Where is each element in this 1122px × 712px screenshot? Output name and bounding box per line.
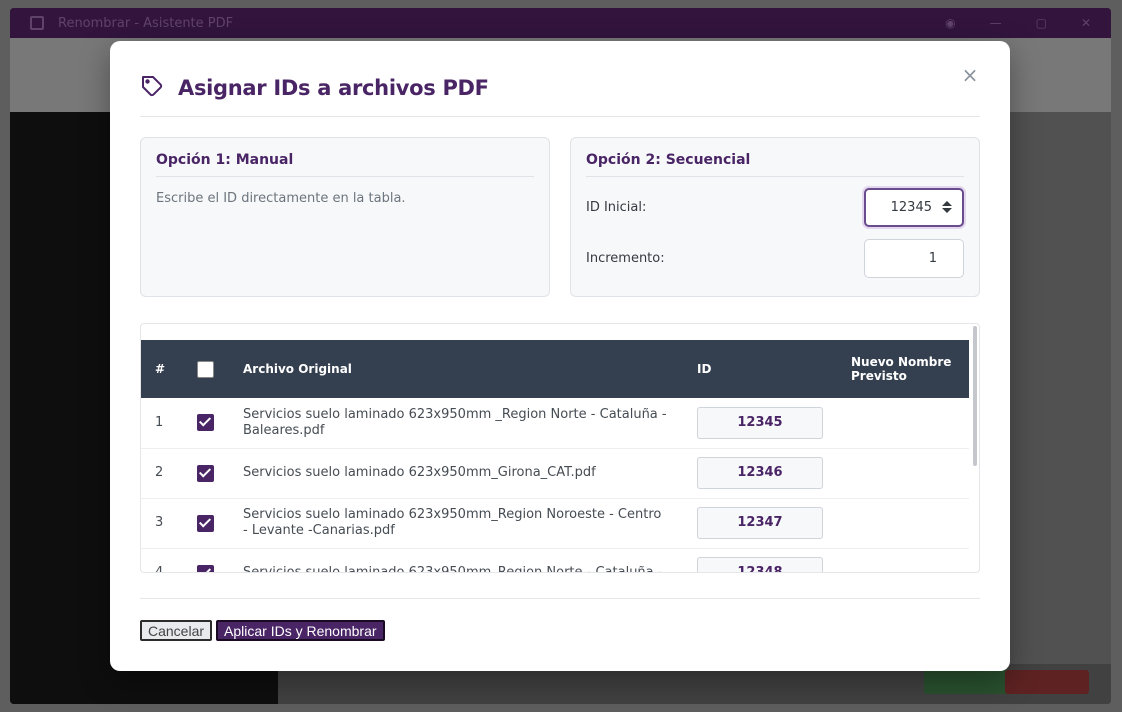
option-manual-card: Opción 1: Manual Escribe el ID directame… bbox=[140, 137, 550, 297]
apply-ids-button[interactable]: Aplicar IDs y Renombrar bbox=[216, 620, 385, 641]
option-sequential-card: Opción 2: Secuencial ID Inicial: Increme… bbox=[570, 137, 980, 297]
row-file: Servicios suelo laminado 623x950mm_Regio… bbox=[229, 548, 683, 572]
row-new-name bbox=[837, 498, 969, 549]
start-id-wrap bbox=[864, 188, 964, 227]
start-id-row: ID Inicial: bbox=[586, 187, 964, 228]
table-scrollbar[interactable] bbox=[973, 326, 977, 466]
options-row: Opción 1: Manual Escribe el ID directame… bbox=[140, 137, 980, 297]
row-checkbox[interactable] bbox=[197, 414, 214, 432]
cancel-button[interactable]: Cancelar bbox=[140, 620, 213, 641]
row-id-input[interactable]: 12345 bbox=[697, 406, 823, 439]
row-checkbox[interactable] bbox=[197, 514, 214, 532]
modal-header: Asignar IDs a archivos PDF × bbox=[140, 41, 980, 117]
row-select bbox=[183, 448, 229, 499]
row-id-cell: 12347 bbox=[683, 498, 837, 549]
files-table: # Archivo Original ID Nuevo Nombre Previ… bbox=[141, 340, 969, 572]
table-row: 1 Servicios suelo laminado 623x950mm _Re… bbox=[141, 398, 969, 449]
row-file: Servicios suelo laminado 623x950mm _Regi… bbox=[229, 398, 683, 449]
increment-label: Incremento: bbox=[586, 251, 665, 266]
row-new-name bbox=[837, 548, 969, 572]
header-id: ID bbox=[697, 362, 712, 376]
row-select bbox=[183, 498, 229, 549]
row-num: 3 bbox=[141, 498, 183, 549]
header-file: Archivo Original bbox=[243, 362, 352, 376]
tag-icon bbox=[142, 76, 163, 97]
row-id-input[interactable]: 12347 bbox=[697, 507, 823, 539]
select-all-checkbox[interactable] bbox=[197, 360, 214, 378]
files-table-container[interactable]: # Archivo Original ID Nuevo Nombre Previ… bbox=[140, 323, 980, 573]
modal-title: Asignar IDs a archivos PDF bbox=[178, 76, 489, 100]
option-manual-title: Opción 1: Manual bbox=[156, 152, 534, 177]
spinner-icon[interactable] bbox=[942, 200, 952, 214]
row-num: 2 bbox=[141, 448, 183, 499]
row-checkbox[interactable] bbox=[197, 564, 214, 572]
row-id-input[interactable]: 12346 bbox=[697, 457, 823, 489]
increment-row: Incremento: bbox=[586, 238, 964, 279]
header-select-all bbox=[183, 340, 229, 398]
table-row: 2 Servicios suelo laminado 623x950mm_Gir… bbox=[141, 448, 969, 499]
row-new-name bbox=[837, 448, 969, 499]
option-sequential-title: Opción 2: Secuencial bbox=[586, 152, 964, 177]
row-select bbox=[183, 548, 229, 572]
modal-footer: Cancelar Aplicar IDs y Renombrar bbox=[140, 598, 980, 641]
row-file: Servicios suelo laminado 623x950mm_Giron… bbox=[229, 448, 683, 499]
row-num: 1 bbox=[141, 398, 183, 449]
row-id-cell: 12345 bbox=[683, 398, 837, 449]
row-id-input[interactable]: 12348 bbox=[697, 557, 823, 572]
table-row: 3 Servicios suelo laminado 623x950mm_Reg… bbox=[141, 498, 969, 549]
close-icon[interactable]: × bbox=[960, 65, 980, 85]
row-id-cell: 12348 bbox=[683, 548, 837, 572]
row-new-name bbox=[837, 398, 969, 449]
header-num: # bbox=[155, 362, 166, 376]
header-new-name: Nuevo Nombre Previsto bbox=[851, 355, 952, 383]
row-file: Servicios suelo laminado 623x950mm_Regio… bbox=[229, 498, 683, 549]
table-header-row: # Archivo Original ID Nuevo Nombre Previ… bbox=[141, 340, 969, 398]
row-checkbox[interactable] bbox=[197, 464, 214, 482]
increment-input[interactable] bbox=[864, 239, 964, 278]
assign-ids-modal: Asignar IDs a archivos PDF × Opción 1: M… bbox=[110, 41, 1010, 671]
row-num: 4 bbox=[141, 548, 183, 572]
table-row: 4 Servicios suelo laminado 623x950mm_Reg… bbox=[141, 548, 969, 572]
option-manual-description: Escribe el ID directamente en la tabla. bbox=[156, 191, 406, 206]
row-select bbox=[183, 398, 229, 449]
start-id-label: ID Inicial: bbox=[586, 200, 647, 215]
row-id-cell: 12346 bbox=[683, 448, 837, 499]
